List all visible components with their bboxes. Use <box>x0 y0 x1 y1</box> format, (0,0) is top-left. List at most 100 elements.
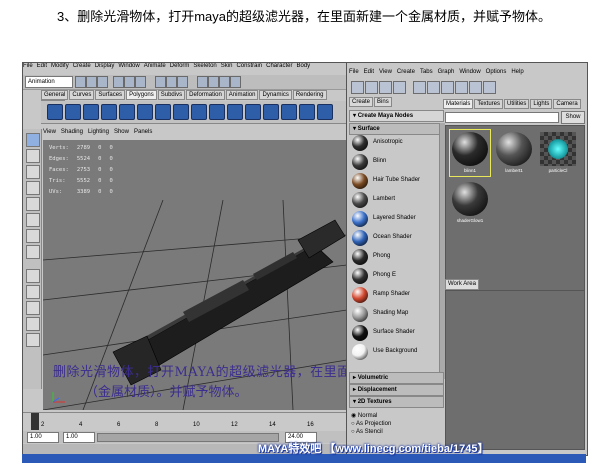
mirror-icon[interactable] <box>317 104 333 120</box>
wedge-icon[interactable] <box>281 104 297 120</box>
menu-display[interactable]: Display <box>95 63 115 69</box>
section-displacement[interactable]: ▸ Displacement <box>349 384 444 396</box>
section-volumetric[interactable]: ▸ Volumetric <box>349 372 444 384</box>
tab-materials[interactable]: Materials <box>443 99 474 109</box>
hs-menu-file[interactable]: File <box>349 69 359 75</box>
menu-create[interactable]: Create <box>73 63 91 69</box>
hs-menu-view[interactable]: View <box>379 69 392 75</box>
menu-character[interactable]: Character <box>266 63 292 69</box>
render-icon[interactable] <box>208 76 219 88</box>
start-time-field[interactable]: 1.00 <box>27 432 59 443</box>
hs-menu-create[interactable]: Create <box>397 69 415 75</box>
hs-menu-options[interactable]: Options <box>486 69 507 75</box>
merge-icon[interactable] <box>245 104 261 120</box>
persp-outliner-layout-icon[interactable] <box>26 301 40 315</box>
material-swatch-shaderglow1[interactable]: shaderGlow1 <box>450 180 490 226</box>
range-bar[interactable] <box>97 433 279 442</box>
output-connections-icon[interactable] <box>483 81 496 94</box>
menu-animate[interactable]: Animate <box>144 63 166 69</box>
shader-item-phong[interactable]: Phong <box>351 248 437 267</box>
tab-animation[interactable]: Animation <box>225 90 259 100</box>
show-manipulator-icon[interactable] <box>26 245 40 259</box>
menu-skeleton[interactable]: Skeleton <box>193 63 216 69</box>
menu-deform[interactable]: Deform <box>170 63 190 69</box>
section-2d-textures[interactable]: ▾ 2D Textures <box>349 396 444 408</box>
select-object-icon[interactable] <box>124 76 135 88</box>
tab-curves[interactable]: Curves <box>69 90 95 100</box>
poly-torus-icon[interactable] <box>137 104 153 120</box>
select-hierarchy-icon[interactable] <box>113 76 124 88</box>
single-view-layout-icon[interactable] <box>26 269 40 283</box>
create-maya-nodes-dropdown[interactable]: ▾ Create Maya Nodes <box>349 110 444 122</box>
panel-menu-view[interactable]: View <box>43 129 56 135</box>
poly-cylinder-icon[interactable] <box>83 104 99 120</box>
menu-modify[interactable]: Modify <box>51 63 69 69</box>
menu-constrain[interactable]: Constrain <box>236 63 262 69</box>
material-swatch-particlecl[interactable]: particleCl <box>538 130 578 176</box>
shader-item-layered-shader[interactable]: Layered Shader <box>351 210 437 229</box>
rearrange-graph-icon[interactable] <box>427 81 440 94</box>
input-output-connections-icon[interactable] <box>469 81 482 94</box>
tab-dynamics[interactable]: Dynamics <box>259 90 292 100</box>
shader-item-surface-shader[interactable]: Surface Shader <box>351 324 437 343</box>
material-swatch-lambert1[interactable]: lambert1 <box>494 130 534 176</box>
texture-option-as-stencil[interactable]: ○ As Stencil <box>351 428 391 436</box>
tab-general[interactable]: General <box>41 90 69 100</box>
shader-item-use-background[interactable]: Use Background <box>351 343 437 362</box>
shader-item-ramp-shader[interactable]: Ramp Shader <box>351 286 437 305</box>
tab-create[interactable]: Create <box>349 97 374 107</box>
smooth-icon[interactable] <box>227 104 243 120</box>
tab-lights[interactable]: Lights <box>530 99 553 109</box>
radio-button-icon[interactable]: ◉ <box>351 413 358 419</box>
menu-edit[interactable]: Edit <box>37 63 47 69</box>
extrude-icon[interactable] <box>191 104 207 120</box>
panel-menu-panels[interactable]: Panels <box>134 129 152 135</box>
new-scene-icon[interactable] <box>75 76 86 88</box>
rotate-tool-icon[interactable] <box>26 181 40 195</box>
search-field[interactable] <box>445 112 559 123</box>
lasso-tool-icon[interactable] <box>26 149 40 163</box>
hs-menu-graph[interactable]: Graph <box>438 69 455 75</box>
show-button[interactable]: Show <box>561 111 585 124</box>
poly-plane-icon[interactable] <box>119 104 135 120</box>
poly-cone-icon[interactable] <box>101 104 117 120</box>
graph-materials-icon[interactable] <box>441 81 454 94</box>
hypershade-layout-icon[interactable] <box>26 333 40 347</box>
snap-grid-icon[interactable] <box>155 76 166 88</box>
show-bottom-tabs-icon[interactable] <box>379 81 392 94</box>
tab-textures[interactable]: Textures <box>474 99 504 109</box>
work-area-panel[interactable] <box>445 290 585 450</box>
scale-tool-icon[interactable] <box>26 197 40 211</box>
shader-item-ocean-shader[interactable]: Ocean Shader <box>351 229 437 248</box>
poly-cube-icon[interactable] <box>65 104 81 120</box>
menu-window[interactable]: Window <box>118 63 139 69</box>
render-globals-icon[interactable] <box>230 76 241 88</box>
tab-deformation[interactable]: Deformation <box>186 90 225 100</box>
clear-graph-icon[interactable] <box>413 81 426 94</box>
separate-icon[interactable] <box>173 104 189 120</box>
tab-rendering[interactable]: Rendering <box>292 90 327 100</box>
tab-work-area[interactable]: Work Area <box>445 279 479 290</box>
tab-utilities[interactable]: Utilities <box>504 99 530 109</box>
split-polygon-icon[interactable] <box>209 104 225 120</box>
persp-graph-layout-icon[interactable] <box>26 317 40 331</box>
tab-polygons[interactable]: Polygons <box>126 90 157 100</box>
tab-surfaces[interactable]: Surfaces <box>95 90 126 100</box>
hs-menu-edit[interactable]: Edit <box>364 69 374 75</box>
show-both-tabs-icon[interactable] <box>393 81 406 94</box>
playback-start-field[interactable]: 1.00 <box>63 432 95 443</box>
bevel-icon[interactable] <box>263 104 279 120</box>
menu-skin[interactable]: Skin <box>221 63 233 69</box>
tab-subdivs[interactable]: Subdivs <box>157 90 186 100</box>
manipulator-tool-icon[interactable] <box>26 213 40 227</box>
hs-menu-help[interactable]: Help <box>511 69 523 75</box>
shader-item-shading-map[interactable]: Shading Map <box>351 305 437 324</box>
menu-file[interactable]: File <box>23 63 33 69</box>
panel-menu-lighting[interactable]: Lighting <box>88 129 109 135</box>
four-view-layout-icon[interactable] <box>26 285 40 299</box>
show-top-tabs-icon[interactable] <box>365 81 378 94</box>
save-scene-icon[interactable] <box>97 76 108 88</box>
tab-camera[interactable]: Camera <box>553 99 581 109</box>
soft-mod-tool-icon[interactable] <box>26 229 40 243</box>
shader-item-phong-e[interactable]: Phong E <box>351 267 437 286</box>
